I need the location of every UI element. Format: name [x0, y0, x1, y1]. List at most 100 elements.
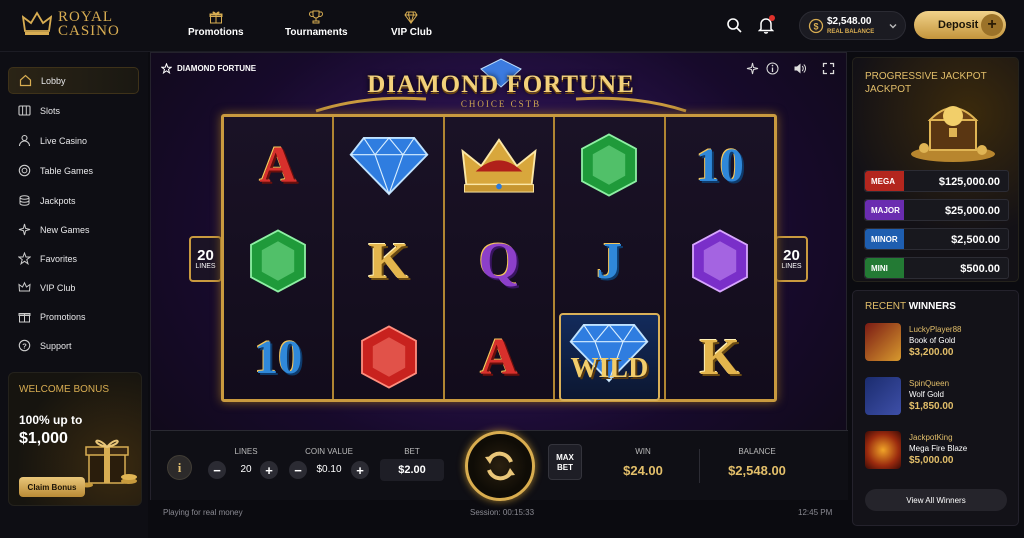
crown-icon — [18, 281, 31, 292]
symbol-label: Q — [478, 232, 520, 290]
info-icon[interactable] — [766, 62, 779, 75]
sidebar-item-label: VIP Club — [40, 282, 76, 293]
sidebar-item-jackpots[interactable]: Jackpots — [8, 187, 139, 214]
lines-increase-button[interactable]: + — [260, 461, 278, 479]
blue-diamond-icon — [349, 137, 429, 196]
sidebar-item-promotions[interactable]: Promotions — [8, 303, 139, 330]
symbol-label: 10 — [695, 138, 744, 192]
sidebar-item-label: Support — [40, 340, 72, 351]
clock-time: 12:45 PM — [798, 508, 833, 517]
jackpot-tier-tag: MINOR — [865, 229, 904, 249]
winner-name: SpinQueen — [909, 379, 950, 388]
coin-decrease-button[interactable]: − — [289, 461, 307, 479]
max-bet-label: MAX BET — [556, 453, 574, 472]
sidebar-item-support[interactable]: ? Support — [8, 332, 139, 359]
lines-label: LINES — [234, 447, 258, 456]
volume-icon[interactable] — [793, 62, 806, 75]
jackpot-value: $2,500.00 — [951, 234, 1000, 246]
balance-selector[interactable]: $ $2,548.00 REAL BALANCE — [799, 11, 906, 40]
reel-column: J WILD — [555, 117, 666, 401]
star-icon[interactable] — [161, 63, 172, 74]
coin-icon: $ — [808, 18, 824, 34]
claim-bonus-button[interactable]: Claim Bonus — [19, 477, 85, 497]
sidebar-item-live-casino[interactable]: Live Casino — [8, 127, 139, 154]
symbol-label: K — [368, 232, 409, 290]
search-icon[interactable] — [726, 17, 742, 33]
sidebar-item-new-games[interactable]: New Games — [8, 216, 139, 243]
nav-promotions[interactable]: Promotions — [188, 10, 244, 38]
treasure-chest-icon — [911, 106, 995, 162]
game-name: DIAMOND FORTUNE — [177, 64, 257, 73]
lines-value: 20 — [240, 464, 252, 475]
purple-gem-icon — [691, 229, 748, 293]
symbol-label: K — [699, 328, 741, 386]
paytable-info-button[interactable]: i — [167, 455, 192, 480]
deposit-button[interactable]: Deposit + — [914, 11, 1006, 39]
winner-item[interactable]: JackpotKing Mega Fire Blaze $5,000.00 — [865, 431, 1015, 471]
deposit-label: Deposit — [938, 19, 979, 31]
winner-item[interactable]: LuckyPlayer88 Book of Gold $3,200.00 — [865, 323, 1015, 363]
wild-label: WILD — [570, 353, 649, 384]
wild-symbol: WILD — [555, 309, 663, 405]
banner-title: DIAMOND FORTUNE — [367, 71, 635, 98]
green-gem-symbol — [555, 117, 663, 213]
fullscreen-icon[interactable] — [822, 62, 835, 75]
symbol-10: 10 — [224, 309, 332, 405]
sidebar-item-table-games[interactable]: Table Games — [8, 157, 139, 184]
balance-label: BALANCE — [738, 447, 776, 456]
banner-subtitle: CHOICE CSTB — [460, 99, 542, 109]
winner-amount: $1,850.00 — [909, 401, 954, 412]
coins-icon — [19, 195, 30, 206]
symbol-label: J — [596, 232, 623, 290]
sidebar-item-slots[interactable]: Slots — [8, 97, 139, 124]
sparkle-icon[interactable] — [746, 62, 759, 75]
play-mode-text: Playing for real money — [163, 508, 243, 517]
spin-button[interactable] — [465, 431, 535, 501]
crown-icon — [461, 138, 537, 193]
sidebar-item-label: Jackpots — [40, 195, 76, 206]
brand-logo[interactable]: ROYAL CASINO — [22, 10, 120, 39]
chip-icon — [18, 164, 31, 177]
sidebar-item-lobby[interactable]: Lobby — [8, 67, 139, 94]
max-bet-button[interactable]: MAX BET — [548, 444, 582, 480]
recent-winners-card: RECENT WINNERS LuckyPlayer88 Book of Gol… — [852, 290, 1019, 526]
lines-badge-number: 20 — [197, 247, 214, 264]
winner-item[interactable]: SpinQueen Wolf Gold $1,850.00 — [865, 377, 1015, 417]
winners-title-part1: RECENT — [865, 301, 906, 312]
refresh-icon — [485, 451, 515, 481]
right-panel: PROGRESSIVE JACKPOT JACKPOT MEGA $125,00… — [852, 52, 1024, 538]
lines-badge-right: 20 LINES — [775, 236, 808, 282]
svg-text:$: $ — [813, 22, 818, 32]
nav-vip-club[interactable]: VIP Club — [391, 10, 432, 38]
welcome-bonus-card: WELCOME BONUS 100% up to $1,000 Claim Bo… — [8, 372, 142, 506]
sidebar-item-label: Lobby — [41, 75, 66, 86]
winner-game: Wolf Gold — [909, 390, 944, 399]
red-gem-icon — [360, 325, 417, 389]
symbol-j: J — [555, 213, 663, 309]
plus-icon: + — [981, 14, 1003, 36]
jackpot-minor-row: MINOR $2,500.00 — [864, 228, 1009, 250]
control-panel: i LINES − 20 + COIN VALUE − $0.10 + BET … — [151, 430, 848, 501]
symbol-label: 10 — [254, 330, 303, 384]
help-icon: ? — [18, 339, 31, 352]
view-all-winners-button[interactable]: View All Winners — [865, 489, 1007, 511]
nav-promotions-label: Promotions — [188, 27, 244, 38]
lines-decrease-button[interactable]: − — [208, 461, 226, 479]
game-title: DIAMOND FORTUNE — [161, 63, 256, 74]
brand-line2: CASINO — [58, 23, 120, 39]
sidebar-item-vip-club[interactable]: VIP Club — [8, 274, 139, 301]
balance-value: $2,548.00 — [728, 463, 786, 478]
sidebar-item-favorites[interactable]: Favorites — [8, 245, 139, 272]
bonus-amount: $1,000 — [19, 430, 68, 447]
slots-icon — [18, 105, 31, 116]
win-label: WIN — [635, 447, 651, 456]
jackpot-major-row: MAJOR $25,000.00 — [864, 199, 1009, 221]
notification-dot — [769, 15, 775, 21]
nav-tournaments[interactable]: Tournaments — [285, 10, 348, 38]
coin-increase-button[interactable]: + — [351, 461, 369, 479]
reel-column: 10 K — [665, 117, 775, 399]
svg-text:?: ? — [22, 341, 27, 350]
gift-icon — [18, 313, 31, 323]
coin-value-label: COIN VALUE — [305, 447, 353, 456]
symbol-label: A — [480, 328, 518, 386]
